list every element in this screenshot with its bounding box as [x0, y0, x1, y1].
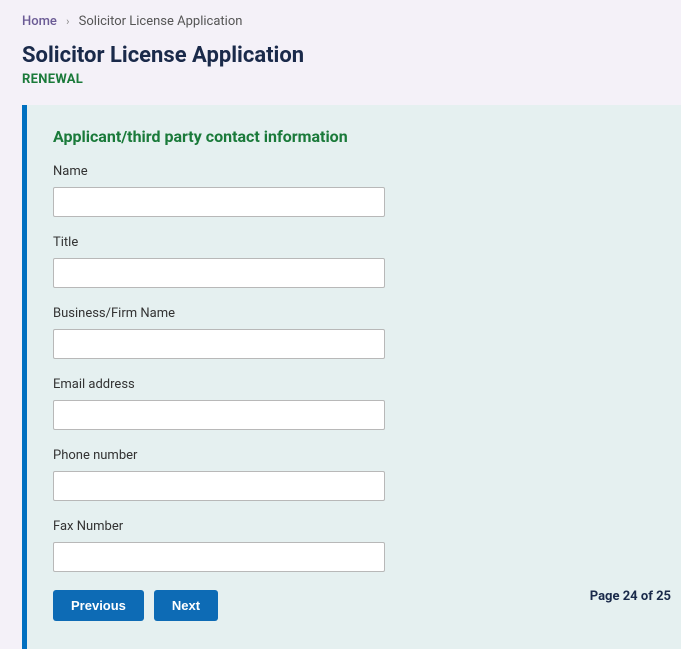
label-fax: Fax Number — [53, 519, 655, 534]
section-title: Applicant/third party contact informatio… — [53, 127, 655, 146]
label-business: Business/Firm Name — [53, 306, 655, 321]
next-button[interactable]: Next — [154, 590, 218, 621]
form-panel: Applicant/third party contact informatio… — [22, 105, 681, 649]
field-phone: Phone number — [53, 448, 655, 501]
field-email: Email address — [53, 377, 655, 430]
page-subheading: RENEWAL — [22, 72, 659, 87]
breadcrumb-current: Solicitor License Application — [79, 14, 243, 29]
input-title[interactable] — [53, 258, 385, 288]
breadcrumb-home-link[interactable]: Home — [22, 14, 57, 29]
breadcrumb: Home › Solicitor License Application — [0, 0, 681, 39]
previous-button[interactable]: Previous — [53, 590, 144, 621]
label-phone: Phone number — [53, 448, 655, 463]
input-fax[interactable] — [53, 542, 385, 572]
chevron-right-icon: › — [66, 15, 69, 28]
field-fax: Fax Number — [53, 519, 655, 572]
label-title: Title — [53, 235, 655, 250]
page-title: Solicitor License Application — [22, 43, 659, 68]
button-row: Previous Next — [53, 590, 655, 621]
input-email[interactable] — [53, 400, 385, 430]
page-indicator: Page 24 of 25 — [590, 589, 671, 604]
input-phone[interactable] — [53, 471, 385, 501]
field-name: Name — [53, 164, 655, 217]
input-business[interactable] — [53, 329, 385, 359]
page-header: Solicitor License Application RENEWAL — [0, 39, 681, 105]
input-name[interactable] — [53, 187, 385, 217]
field-business: Business/Firm Name — [53, 306, 655, 359]
field-title: Title — [53, 235, 655, 288]
label-email: Email address — [53, 377, 655, 392]
label-name: Name — [53, 164, 655, 179]
